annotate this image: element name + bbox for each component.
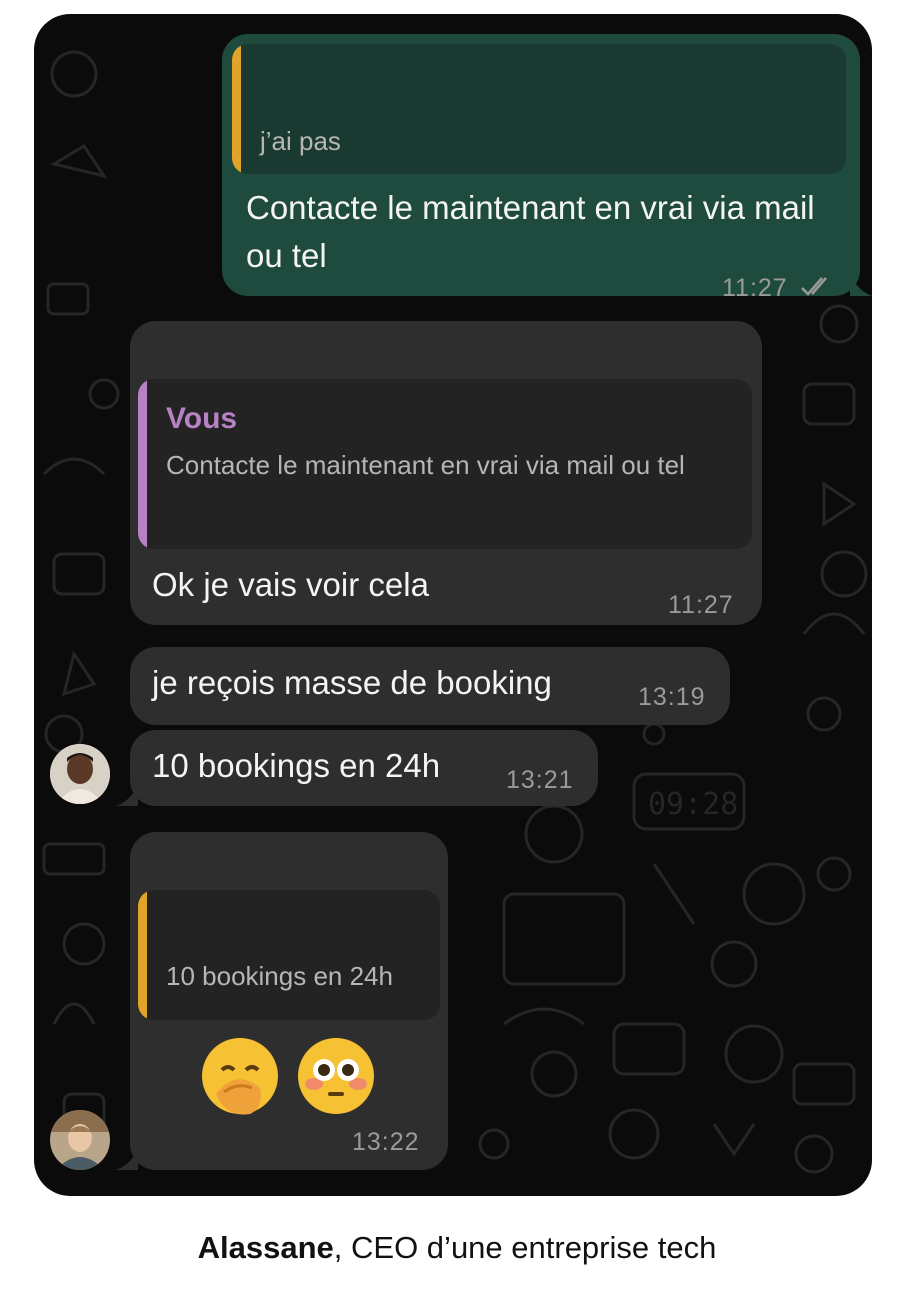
message-text: je reçois masse de booking (152, 664, 552, 701)
message-time: 13:21 (506, 766, 574, 794)
bubble-tail (116, 1148, 138, 1170)
avatar[interactable] (50, 744, 110, 804)
message-time: 11:27 (722, 274, 788, 302)
face-with-hand-over-mouth-icon (202, 1038, 278, 1115)
svg-text:09:28: 09:28 (648, 787, 738, 822)
message-text: Contacte le maintenant en vrai via mail … (246, 189, 815, 274)
caption-role: , CEO d’une entreprise tech (333, 1230, 717, 1265)
testimonial-caption: Alassane, CEO d’une entreprise tech (0, 1226, 914, 1270)
person-avatar-icon (50, 1110, 110, 1170)
incoming-message-bubble[interactable]: Vous Contacte le maintenant en vrai via … (130, 321, 762, 625)
reply-quote-bar (138, 890, 147, 1020)
bubble-tail (116, 784, 138, 806)
bubble-tail (850, 272, 872, 296)
reply-quote[interactable]: 10 bookings en 24h (138, 890, 440, 1020)
reply-quote-bar (138, 379, 147, 549)
chat-screen: 09:28 j’ai pas Contacte le maintenant en… (34, 14, 872, 1196)
reply-quote-sender: Vous (166, 402, 238, 435)
outgoing-message-bubble[interactable]: j’ai pas Contacte le maintenant en vrai … (222, 34, 860, 302)
reply-quote-bar (232, 44, 241, 174)
person-avatar-icon (50, 744, 110, 804)
caption-name: Alassane (197, 1230, 334, 1265)
message-text: Ok je vais voir cela (152, 566, 429, 603)
reply-quote-text: Contacte le maintenant en vrai via mail … (166, 450, 685, 480)
reply-quote-text: j’ai pas (260, 126, 341, 156)
reply-quote[interactable]: j’ai pas (232, 44, 846, 174)
double-check-read-icon (801, 277, 827, 296)
flushed-face-icon (298, 1038, 374, 1114)
reply-quote[interactable]: Vous Contacte le maintenant en vrai via … (138, 379, 752, 549)
incoming-message-bubble[interactable]: je reçois masse de booking 13:19 (130, 647, 730, 725)
message-time: 13:19 (638, 683, 706, 711)
incoming-message-bubble[interactable]: 10 bookings en 24h 13:21 (130, 730, 598, 806)
message-text: 10 bookings en 24h (152, 747, 441, 784)
avatar[interactable] (50, 1110, 110, 1170)
message-time: 13:22 (352, 1128, 420, 1156)
message-time: 11:27 (668, 591, 734, 619)
reply-quote-text: 10 bookings en 24h (166, 961, 393, 991)
incoming-message-bubble[interactable]: 10 bookings en 24h 13:22 (130, 832, 448, 1170)
